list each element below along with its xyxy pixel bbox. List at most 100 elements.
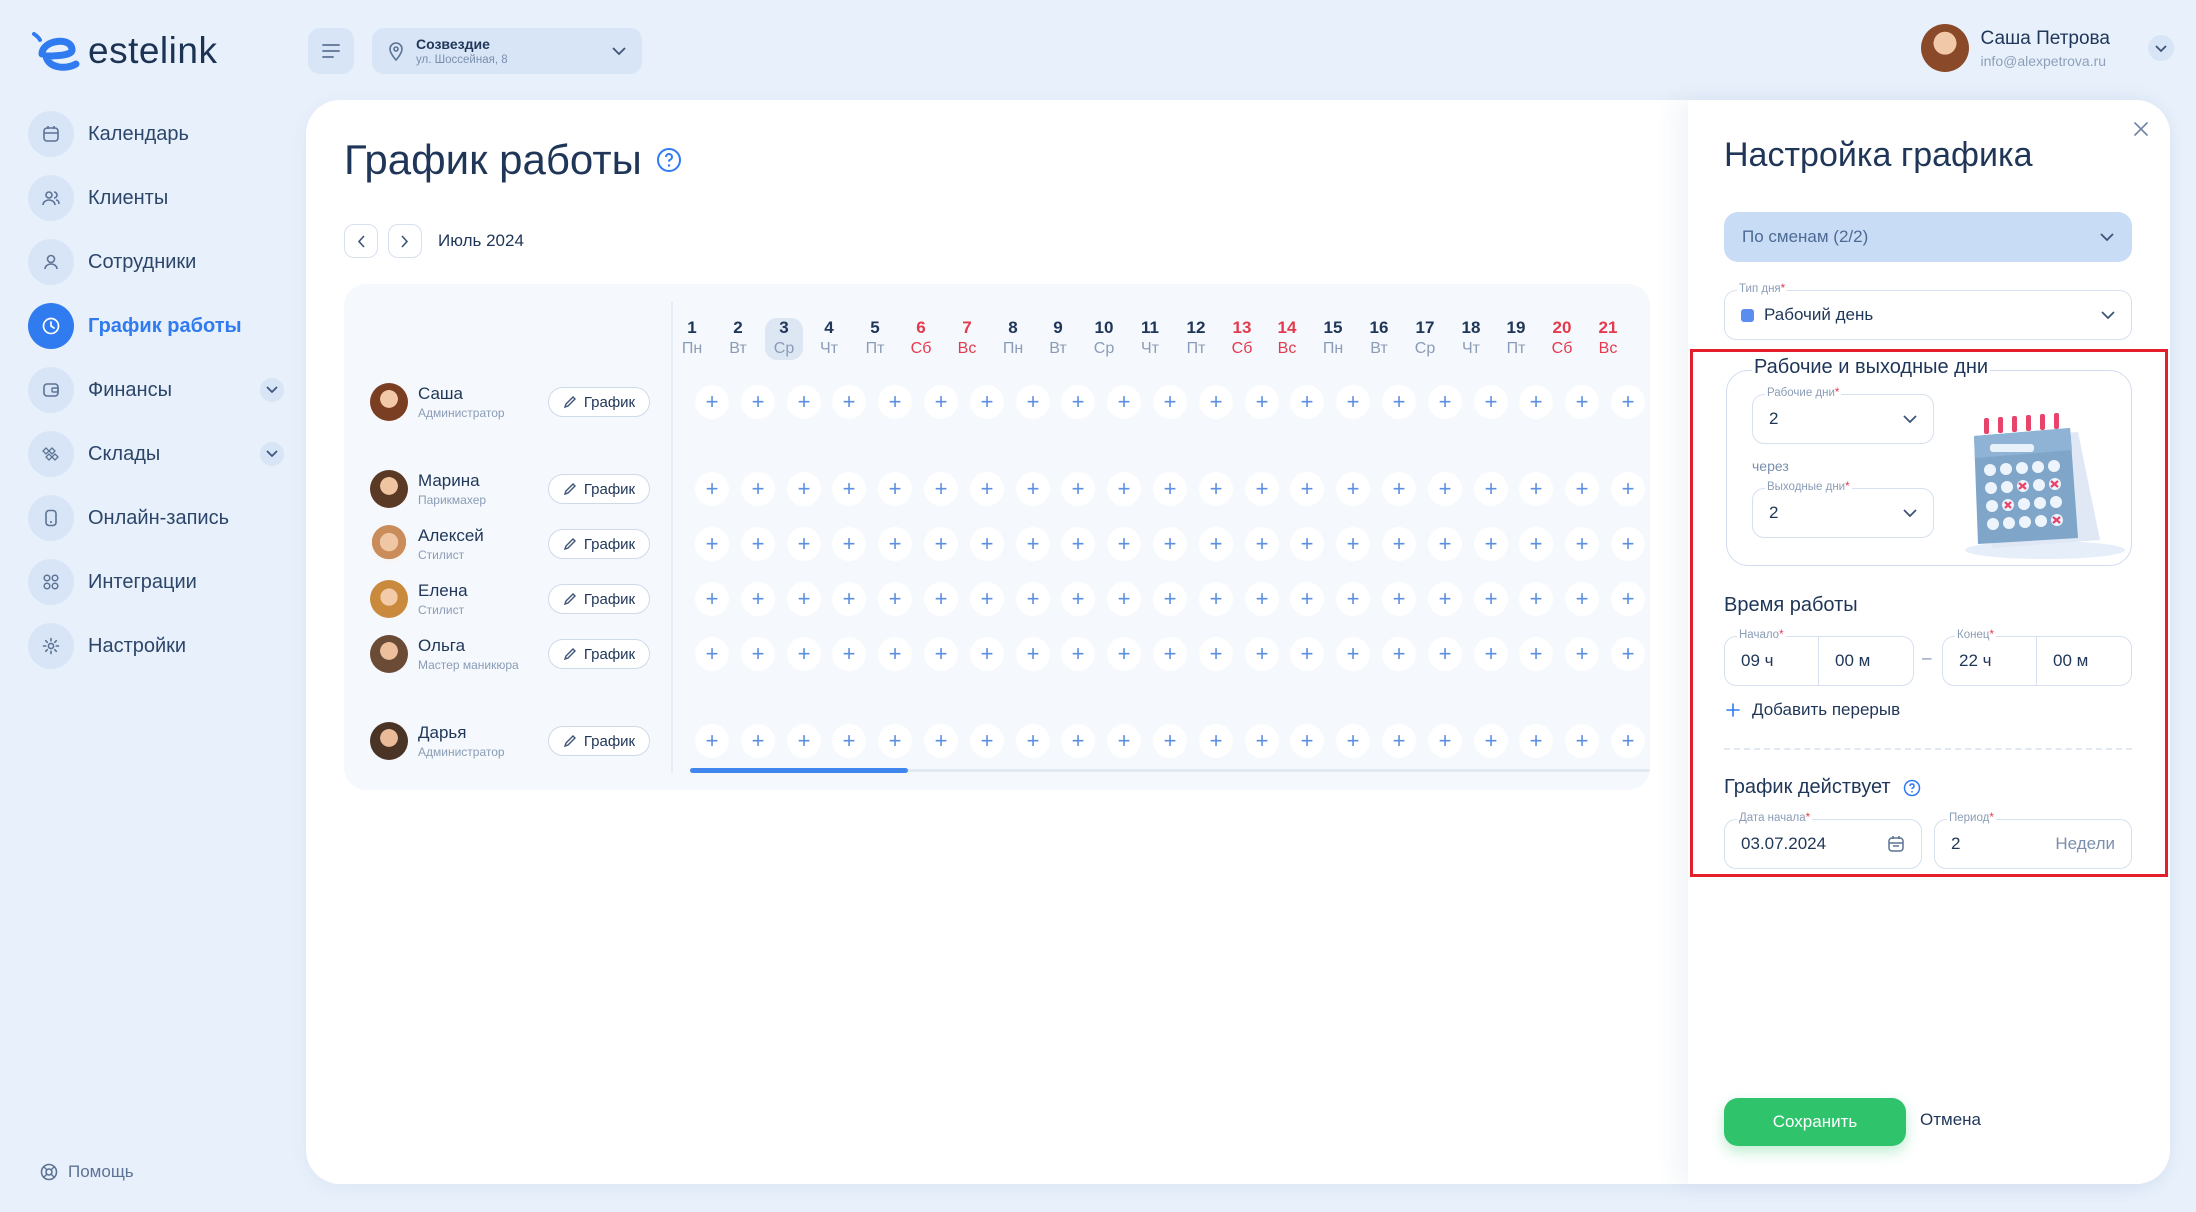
add-shift-plus-icon[interactable]: +	[1382, 582, 1416, 616]
add-shift-plus-icon[interactable]: +	[1016, 582, 1050, 616]
sidebar-item-finance[interactable]: Финансы	[28, 366, 284, 414]
add-shift-plus-icon[interactable]: +	[1016, 527, 1050, 561]
add-shift-plus-icon[interactable]: +	[1336, 724, 1370, 758]
add-shift-plus-icon[interactable]: +	[1519, 385, 1553, 419]
add-shift-plus-icon[interactable]: +	[1428, 637, 1462, 671]
add-shift-plus-icon[interactable]: +	[1519, 472, 1553, 506]
add-shift-plus-icon[interactable]: +	[787, 527, 821, 561]
add-shift-plus-icon[interactable]: +	[832, 527, 866, 561]
add-shift-plus-icon[interactable]: +	[832, 385, 866, 419]
start-date-field[interactable]: Дата начала* 03.07.2024	[1724, 811, 1922, 869]
add-shift-plus-icon[interactable]: +	[1061, 724, 1095, 758]
add-shift-plus-icon[interactable]: +	[1061, 472, 1095, 506]
prev-month-button[interactable]	[344, 224, 378, 258]
start-hour-field[interactable]: Начало* 09 ч	[1724, 628, 1820, 686]
add-shift-plus-icon[interactable]: +	[1428, 582, 1462, 616]
add-shift-plus-icon[interactable]: +	[1336, 582, 1370, 616]
add-shift-plus-icon[interactable]: +	[741, 527, 775, 561]
add-shift-plus-icon[interactable]: +	[1107, 527, 1141, 561]
add-shift-plus-icon[interactable]: +	[970, 385, 1004, 419]
add-shift-plus-icon[interactable]: +	[1153, 527, 1187, 561]
add-shift-plus-icon[interactable]: +	[1245, 582, 1279, 616]
add-shift-plus-icon[interactable]: +	[1245, 472, 1279, 506]
add-shift-plus-icon[interactable]: +	[1290, 637, 1324, 671]
add-shift-plus-icon[interactable]: +	[1107, 637, 1141, 671]
schedule-button[interactable]: График	[548, 474, 650, 504]
add-shift-plus-icon[interactable]: +	[1336, 385, 1370, 419]
add-shift-plus-icon[interactable]: +	[1290, 472, 1324, 506]
start-minute-field[interactable]: 00 м	[1818, 636, 1914, 686]
sidebar-item-warehouses[interactable]: Склады	[28, 430, 284, 478]
add-shift-plus-icon[interactable]: +	[970, 724, 1004, 758]
schedule-button[interactable]: График	[548, 529, 650, 559]
add-shift-plus-icon[interactable]: +	[878, 385, 912, 419]
add-shift-plus-icon[interactable]: +	[787, 637, 821, 671]
add-shift-plus-icon[interactable]: +	[832, 724, 866, 758]
sidebar-item-integrations[interactable]: Интеграции	[28, 558, 284, 606]
add-shift-plus-icon[interactable]: +	[1474, 527, 1508, 561]
add-shift-plus-icon[interactable]: +	[970, 582, 1004, 616]
add-shift-plus-icon[interactable]: +	[1061, 582, 1095, 616]
add-shift-plus-icon[interactable]: +	[1199, 527, 1233, 561]
add-shift-plus-icon[interactable]: +	[1016, 385, 1050, 419]
add-shift-plus-icon[interactable]: +	[1565, 637, 1599, 671]
day-type-select[interactable]: Тип дня* Рабочий день	[1724, 282, 2132, 340]
add-shift-plus-icon[interactable]: +	[1382, 724, 1416, 758]
add-shift-plus-icon[interactable]: +	[741, 582, 775, 616]
add-shift-plus-icon[interactable]: +	[1245, 385, 1279, 419]
add-shift-plus-icon[interactable]: +	[1565, 527, 1599, 561]
add-shift-plus-icon[interactable]: +	[1199, 582, 1233, 616]
period-unit[interactable]: Недели	[2055, 834, 2115, 854]
scrollbar-thumb[interactable]	[690, 768, 908, 773]
add-shift-plus-icon[interactable]: +	[970, 472, 1004, 506]
schedule-button[interactable]: График	[548, 726, 650, 756]
add-shift-plus-icon[interactable]: +	[1016, 637, 1050, 671]
add-shift-plus-icon[interactable]: +	[741, 724, 775, 758]
add-shift-plus-icon[interactable]: +	[924, 472, 958, 506]
off-days-select[interactable]: Выходные дни* 2	[1752, 480, 1934, 538]
add-shift-plus-icon[interactable]: +	[1153, 582, 1187, 616]
add-shift-plus-icon[interactable]: +	[1290, 582, 1324, 616]
help-link[interactable]: Помощь	[40, 1162, 134, 1182]
add-shift-plus-icon[interactable]: +	[1519, 724, 1553, 758]
add-shift-plus-icon[interactable]: +	[1428, 385, 1462, 419]
add-shift-plus-icon[interactable]: +	[878, 527, 912, 561]
add-shift-plus-icon[interactable]: +	[1519, 637, 1553, 671]
add-shift-plus-icon[interactable]: +	[1611, 582, 1645, 616]
calendar-icon[interactable]	[1887, 835, 1905, 853]
add-shift-plus-icon[interactable]: +	[1199, 472, 1233, 506]
add-shift-plus-icon[interactable]: +	[1290, 385, 1324, 419]
add-shift-plus-icon[interactable]: +	[1474, 637, 1508, 671]
add-shift-plus-icon[interactable]: +	[695, 472, 729, 506]
add-shift-plus-icon[interactable]: +	[924, 582, 958, 616]
end-minute-field[interactable]: 00 м	[2036, 636, 2132, 686]
add-shift-plus-icon[interactable]: +	[924, 385, 958, 419]
add-shift-plus-icon[interactable]: +	[878, 637, 912, 671]
sidebar-item-settings[interactable]: Настройки	[28, 622, 284, 670]
chevron-down-icon[interactable]	[260, 378, 284, 402]
add-shift-plus-icon[interactable]: +	[1382, 385, 1416, 419]
add-shift-plus-icon[interactable]: +	[741, 472, 775, 506]
add-shift-plus-icon[interactable]: +	[1428, 724, 1462, 758]
close-icon[interactable]	[2130, 118, 2152, 140]
add-shift-plus-icon[interactable]: +	[1061, 385, 1095, 419]
add-shift-plus-icon[interactable]: +	[695, 527, 729, 561]
add-shift-plus-icon[interactable]: +	[1290, 527, 1324, 561]
add-shift-plus-icon[interactable]: +	[1611, 724, 1645, 758]
add-shift-plus-icon[interactable]: +	[1107, 582, 1141, 616]
add-shift-plus-icon[interactable]: +	[1428, 472, 1462, 506]
add-shift-plus-icon[interactable]: +	[1519, 527, 1553, 561]
logo[interactable]: estelink	[28, 26, 217, 76]
add-shift-plus-icon[interactable]: +	[878, 582, 912, 616]
add-shift-plus-icon[interactable]: +	[1336, 472, 1370, 506]
add-shift-plus-icon[interactable]: +	[741, 385, 775, 419]
next-month-button[interactable]	[388, 224, 422, 258]
add-shift-plus-icon[interactable]: +	[832, 637, 866, 671]
add-shift-plus-icon[interactable]: +	[695, 637, 729, 671]
add-shift-plus-icon[interactable]: +	[878, 724, 912, 758]
add-shift-plus-icon[interactable]: +	[832, 582, 866, 616]
add-shift-plus-icon[interactable]: +	[1016, 472, 1050, 506]
add-shift-plus-icon[interactable]: +	[1290, 724, 1324, 758]
cancel-button[interactable]: Отмена	[1920, 1110, 1981, 1130]
work-days-select[interactable]: Рабочие дни* 2	[1752, 386, 1934, 444]
